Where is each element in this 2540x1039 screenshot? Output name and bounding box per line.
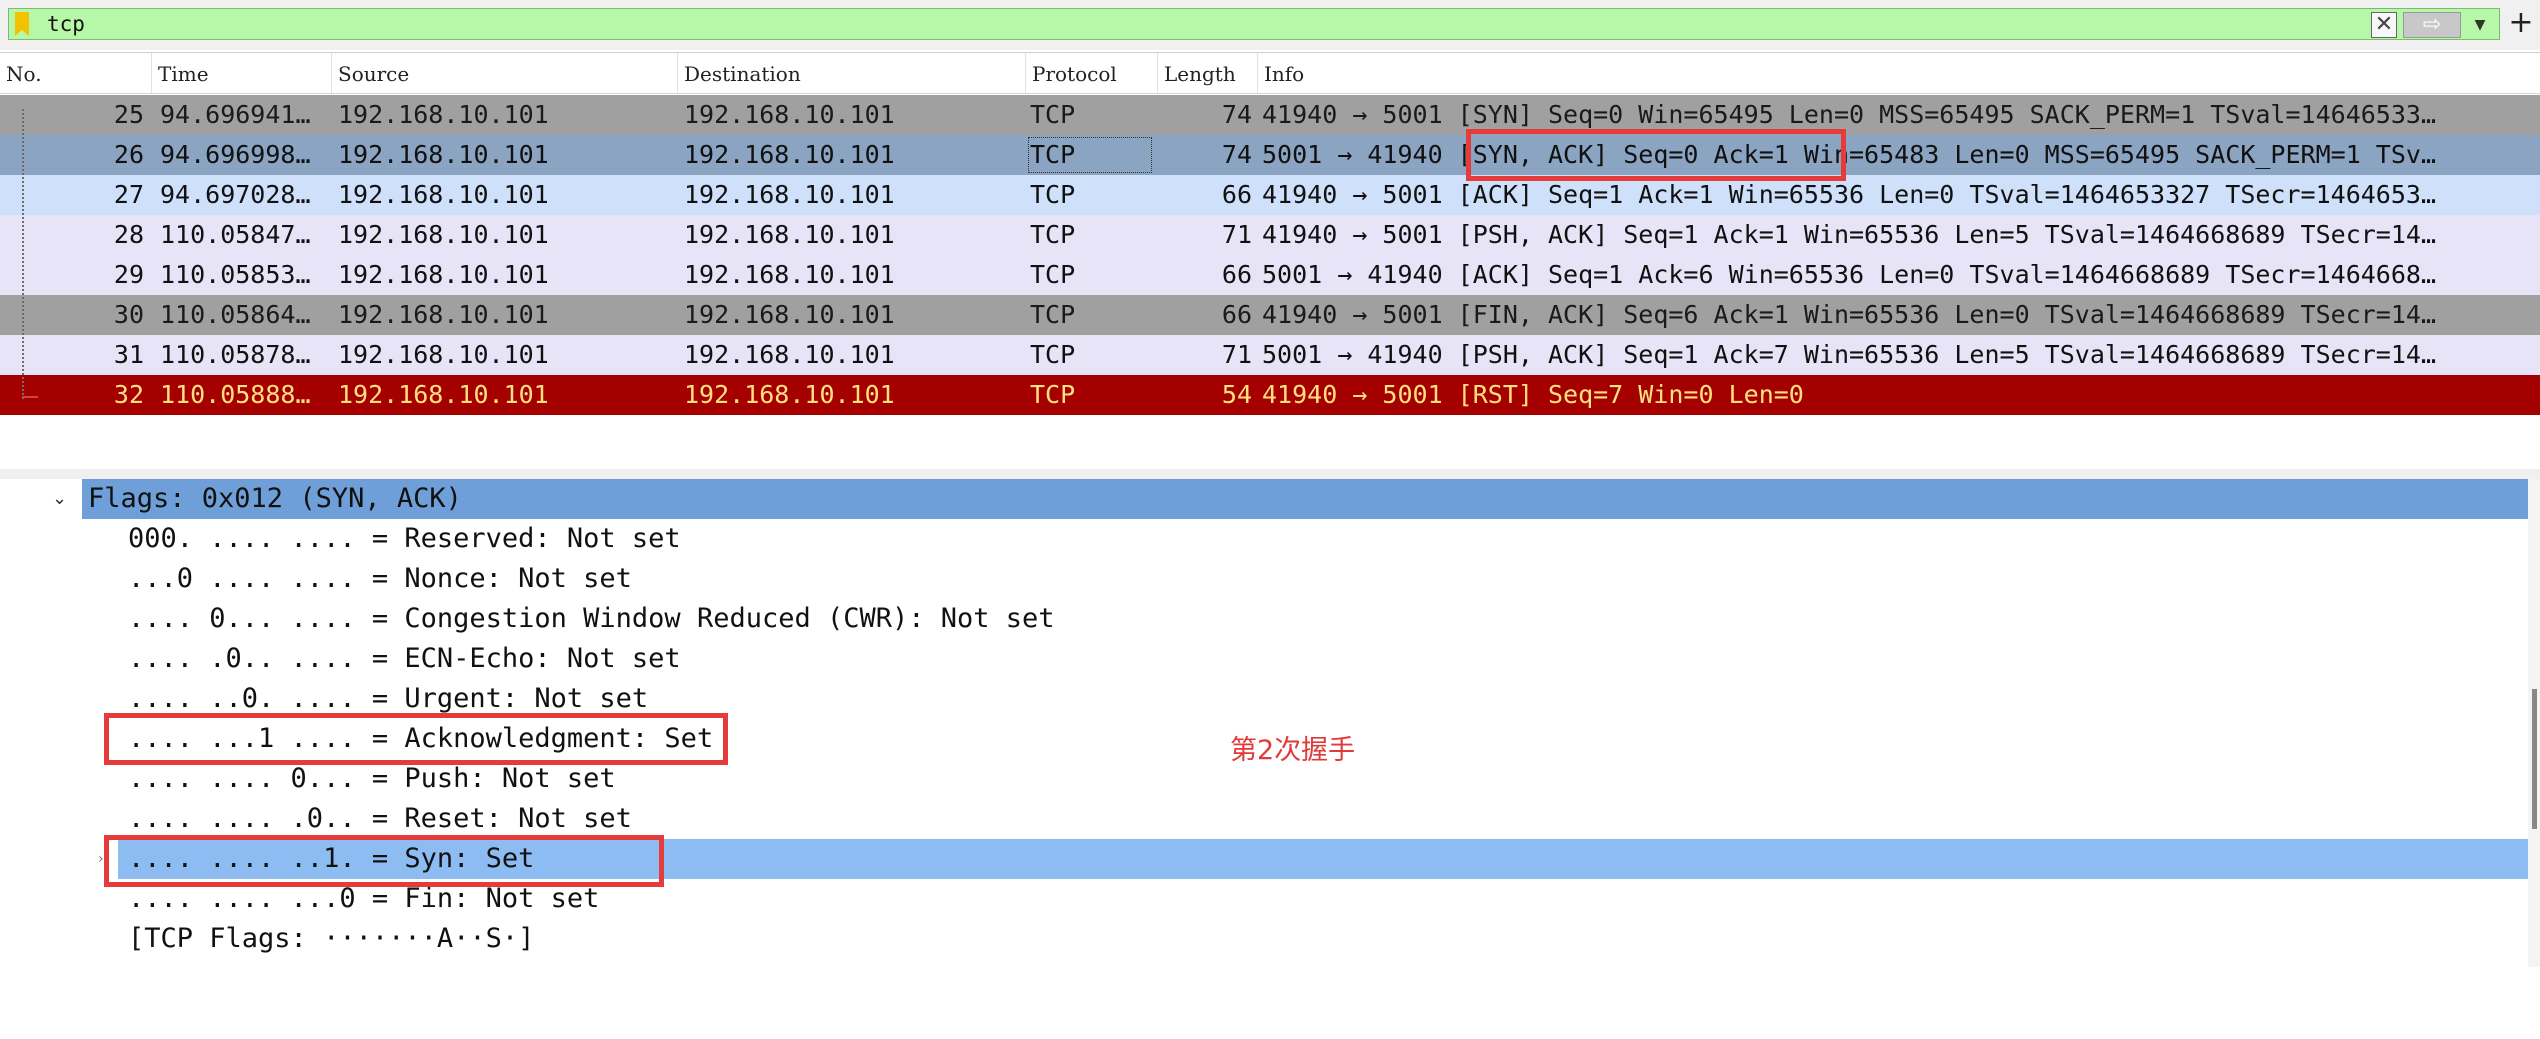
packet-length: 71 bbox=[1221, 340, 1252, 369]
flag-line[interactable]: [TCP Flags: ·······A··S·] bbox=[0, 919, 2540, 959]
flags-tree-item[interactable]: ⌄ Flags: 0x012 (SYN, ACK) bbox=[0, 479, 2540, 519]
column-header-no[interactable]: No. bbox=[0, 53, 152, 93]
packet-info: 5001 → 41940 [ACK] Seq=1 Ack=6 Win=65536… bbox=[1262, 260, 2436, 289]
packet-destination: 192.168.10.101 bbox=[684, 100, 895, 129]
packet-time: 110.05853… bbox=[160, 260, 311, 289]
packet-source: 192.168.10.101 bbox=[338, 140, 549, 169]
packet-destination: 192.168.10.101 bbox=[684, 260, 895, 289]
packet-row[interactable]: 27 94.697028… 192.168.10.101 192.168.10.… bbox=[0, 175, 2540, 215]
syn-highlight-box bbox=[104, 835, 664, 887]
flag-line[interactable]: 000. .... .... = Reserved: Not set bbox=[0, 519, 2540, 559]
packet-length: 66 bbox=[1221, 260, 1252, 289]
packet-protocol: TCP bbox=[1030, 260, 1076, 289]
packet-row-selected[interactable]: 26 94.696998… 192.168.10.101 192.168.10.… bbox=[0, 135, 2540, 175]
packet-source: 192.168.10.101 bbox=[338, 260, 549, 289]
column-header-length[interactable]: Length bbox=[1158, 53, 1258, 93]
packet-protocol: TCP bbox=[1030, 340, 1076, 369]
packet-length: 66 bbox=[1221, 300, 1252, 329]
arrow-right-icon[interactable]: ⇨ bbox=[2403, 12, 2461, 38]
conversation-tree-end bbox=[22, 396, 38, 398]
packet-destination: 192.168.10.101 bbox=[684, 220, 895, 249]
packet-length: 74 bbox=[1221, 140, 1252, 169]
tcp-flags-summary: [TCP Flags: ·······A··S·] bbox=[128, 923, 535, 954]
flag-push: .... .... 0... = Push: Not set bbox=[128, 763, 616, 794]
packet-destination: 192.168.10.101 bbox=[684, 340, 895, 369]
packet-row[interactable]: 31 110.05878… 192.168.10.101 192.168.10.… bbox=[0, 335, 2540, 375]
clear-icon[interactable]: ✕ bbox=[2371, 12, 2397, 38]
flag-ecn-echo: .... .0.. .... = ECN-Echo: Not set bbox=[128, 643, 681, 674]
packet-list: No. Time Source Destination Protocol Len… bbox=[0, 52, 2540, 470]
column-header-info[interactable]: Info bbox=[1258, 53, 2540, 93]
packet-info: 41940 → 5001 [SYN] Seq=0 Win=65495 Len=0… bbox=[1262, 100, 2436, 129]
packet-info: 41940 → 5001 [PSH, ACK] Seq=1 Ack=1 Win=… bbox=[1262, 220, 2436, 249]
packet-time: 110.05878… bbox=[160, 340, 311, 369]
packet-source: 192.168.10.101 bbox=[338, 100, 549, 129]
flag-reset: .... .... .0.. = Reset: Not set bbox=[128, 803, 632, 834]
column-header-time[interactable]: Time bbox=[152, 53, 332, 93]
flag-line[interactable]: ...0 .... .... = Nonce: Not set bbox=[0, 559, 2540, 599]
packet-length: 66 bbox=[1221, 180, 1252, 209]
column-header-source[interactable]: Source bbox=[332, 53, 678, 93]
flag-cwr: .... 0... .... = Congestion Window Reduc… bbox=[128, 603, 1055, 634]
packet-length: 54 bbox=[1221, 380, 1252, 409]
packet-source: 192.168.10.101 bbox=[338, 220, 549, 249]
column-header-destination[interactable]: Destination bbox=[678, 53, 1026, 93]
details-scrollbar-thumb[interactable] bbox=[2532, 689, 2537, 829]
packet-row[interactable]: 25 94.696941… 192.168.10.101 192.168.10.… bbox=[0, 95, 2540, 135]
packet-protocol: TCP bbox=[1030, 380, 1076, 409]
packet-time: 94.696941… bbox=[160, 100, 311, 129]
packet-info: 5001 → 41940 [PSH, ACK] Seq=1 Ack=7 Win=… bbox=[1262, 340, 2436, 369]
packet-destination: 192.168.10.101 bbox=[684, 140, 895, 169]
flags-header: Flags: 0x012 (SYN, ACK) bbox=[88, 483, 462, 514]
column-header-protocol[interactable]: Protocol bbox=[1026, 53, 1158, 93]
flag-line[interactable]: .... .... .0.. = Reset: Not set bbox=[0, 799, 2540, 839]
packet-destination: 192.168.10.101 bbox=[684, 300, 895, 329]
cell-focus-indicator bbox=[1028, 137, 1152, 173]
packet-length: 71 bbox=[1221, 220, 1252, 249]
packet-protocol: TCP bbox=[1030, 180, 1076, 209]
packet-details: ⌄ Flags: 0x012 (SYN, ACK) 000. .... ....… bbox=[0, 479, 2540, 967]
packet-info: 41940 → 5001 [RST] Seq=7 Win=0 Len=0 bbox=[1262, 380, 1804, 409]
flag-line[interactable]: .... .0.. .... = ECN-Echo: Not set bbox=[0, 639, 2540, 679]
packet-length: 74 bbox=[1221, 100, 1252, 129]
flag-line[interactable]: .... 0... .... = Congestion Window Reduc… bbox=[0, 599, 2540, 639]
packet-protocol: TCP bbox=[1030, 100, 1076, 129]
bookmark-icon[interactable] bbox=[15, 12, 29, 36]
flag-reserved: 000. .... .... = Reserved: Not set bbox=[128, 523, 681, 554]
chevron-down-icon[interactable]: ⌄ bbox=[52, 479, 67, 519]
packet-row[interactable]: 32 110.05888… 192.168.10.101 192.168.10.… bbox=[0, 375, 2540, 415]
ack-highlight-box bbox=[104, 713, 728, 765]
packet-time: 110.05888… bbox=[160, 380, 311, 409]
packet-destination: 192.168.10.101 bbox=[684, 380, 895, 409]
packet-info: 5001 → 41940 [SYN, ACK] Seq=0 Ack=1 Win=… bbox=[1262, 140, 2436, 169]
packet-source: 192.168.10.101 bbox=[338, 180, 549, 209]
display-filter-toolbar: tcp ✕ ⇨ ▼ + bbox=[0, 0, 2540, 50]
packet-protocol: TCP bbox=[1030, 220, 1076, 249]
packet-info: 41940 → 5001 [ACK] Seq=1 Ack=1 Win=65536… bbox=[1262, 180, 2436, 209]
packet-row[interactable]: 29 110.05853… 192.168.10.101 192.168.10.… bbox=[0, 255, 2540, 295]
packet-destination: 192.168.10.101 bbox=[684, 180, 895, 209]
packet-time: 110.05847… bbox=[160, 220, 311, 249]
chevron-right-icon: › bbox=[98, 851, 104, 867]
packet-time: 110.05864… bbox=[160, 300, 311, 329]
flag-nonce: ...0 .... .... = Nonce: Not set bbox=[128, 563, 632, 594]
display-filter-input[interactable]: tcp ✕ ⇨ ▼ bbox=[8, 8, 2500, 40]
conversation-tree-line bbox=[22, 109, 26, 399]
chevron-down-icon[interactable]: ▼ bbox=[2467, 12, 2493, 38]
packet-row[interactable]: 28 110.05847… 192.168.10.101 192.168.10.… bbox=[0, 215, 2540, 255]
handshake-annotation: 第2次握手 bbox=[1230, 735, 1356, 766]
pane-splitter[interactable] bbox=[0, 469, 2540, 479]
packet-source: 192.168.10.101 bbox=[338, 380, 549, 409]
packet-source: 192.168.10.101 bbox=[338, 340, 549, 369]
packet-info: 41940 → 5001 [FIN, ACK] Seq=6 Ack=1 Win=… bbox=[1262, 300, 2436, 329]
packet-protocol: TCP bbox=[1030, 300, 1076, 329]
packet-time: 94.697028… bbox=[160, 180, 311, 209]
packet-source: 192.168.10.101 bbox=[338, 300, 549, 329]
packet-time: 94.696998… bbox=[160, 140, 311, 169]
plus-icon[interactable]: + bbox=[2506, 8, 2536, 40]
packet-row[interactable]: 30 110.05864… 192.168.10.101 192.168.10.… bbox=[0, 295, 2540, 335]
syn-ack-highlight-box bbox=[1466, 129, 1846, 181]
filter-text[interactable]: tcp bbox=[47, 12, 85, 36]
packet-list-header: No. Time Source Destination Protocol Len… bbox=[0, 53, 2540, 94]
